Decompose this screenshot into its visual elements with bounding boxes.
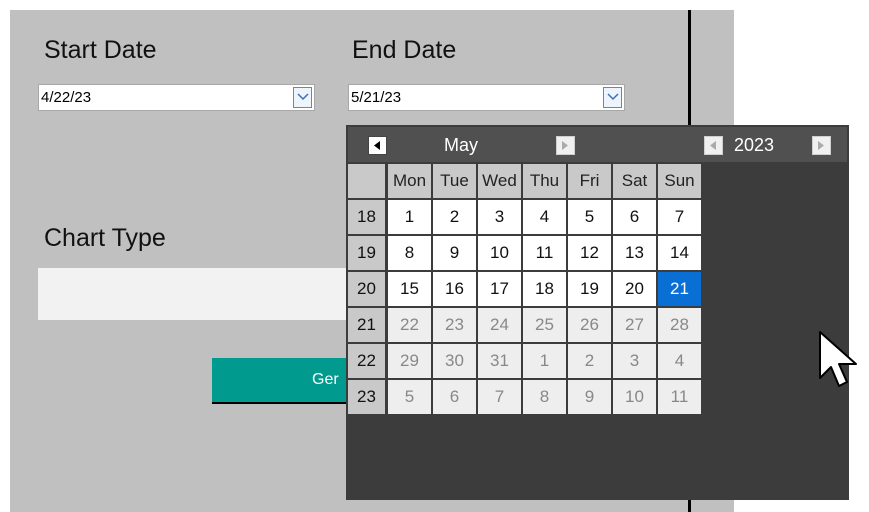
- calendar-day[interactable]: 14: [658, 236, 701, 270]
- calendar-day-selected[interactable]: 21: [658, 272, 701, 306]
- calendar-day[interactable]: 4: [658, 344, 701, 378]
- weekday-header: Mon: [388, 164, 431, 198]
- triangle-right-icon: [818, 141, 824, 150]
- week-number: 19: [348, 236, 385, 270]
- calendar-day[interactable]: 17: [478, 272, 521, 306]
- calendar-day[interactable]: 8: [523, 380, 566, 414]
- calendar-day[interactable]: 15: [388, 272, 431, 306]
- start-date-dropdown-button[interactable]: [293, 87, 312, 108]
- mouse-cursor-icon: [819, 331, 857, 387]
- triangle-left-icon: [374, 141, 380, 150]
- calendar-day[interactable]: 5: [388, 380, 431, 414]
- end-date-value: 5/21/23: [351, 89, 402, 106]
- chevron-down-icon: [297, 93, 309, 101]
- calendar-day[interactable]: 19: [568, 272, 611, 306]
- calendar-day[interactable]: 25: [523, 308, 566, 342]
- calendar-day[interactable]: 26: [568, 308, 611, 342]
- end-date-label: End Date: [352, 36, 457, 64]
- weekday-header: Sun: [658, 164, 701, 198]
- prev-year-button[interactable]: [704, 136, 723, 155]
- end-date-dropdown-button[interactable]: [603, 87, 622, 108]
- end-date-picker[interactable]: 5/21/23: [348, 84, 625, 111]
- weekday-header: Fri: [568, 164, 611, 198]
- triangle-left-icon: [710, 141, 716, 150]
- week-number-header: [348, 164, 385, 198]
- week-number: 21: [348, 308, 385, 342]
- triangle-right-icon: [562, 141, 568, 150]
- year-label[interactable]: 2023: [734, 135, 774, 156]
- weekday-header: Thu: [523, 164, 566, 198]
- calendar-day[interactable]: 7: [658, 200, 701, 234]
- calendar-day[interactable]: 16: [433, 272, 476, 306]
- calendar-popup: May 2023 Mon Tue Wed Thu Fri Sat Sun 18 1 2 3 4 5 6 7 1…: [346, 125, 849, 500]
- prev-month-button[interactable]: [368, 136, 387, 155]
- calendar-day[interactable]: 10: [478, 236, 521, 270]
- calendar-day[interactable]: 4: [523, 200, 566, 234]
- calendar-day[interactable]: 18: [523, 272, 566, 306]
- calendar-day[interactable]: 20: [613, 272, 656, 306]
- calendar-day[interactable]: 23: [433, 308, 476, 342]
- calendar-day[interactable]: 3: [613, 344, 656, 378]
- calendar-day[interactable]: 28: [658, 308, 701, 342]
- calendar-day[interactable]: 7: [478, 380, 521, 414]
- calendar-day[interactable]: 8: [388, 236, 431, 270]
- calendar-day[interactable]: 29: [388, 344, 431, 378]
- calendar-day[interactable]: 6: [613, 200, 656, 234]
- calendar-day[interactable]: 1: [523, 344, 566, 378]
- week-number: 23: [348, 380, 385, 414]
- calendar-header: May 2023: [348, 127, 847, 162]
- calendar-day[interactable]: 22: [388, 308, 431, 342]
- calendar-day[interactable]: 31: [478, 344, 521, 378]
- calendar-day[interactable]: 9: [568, 380, 611, 414]
- calendar-day[interactable]: 27: [613, 308, 656, 342]
- month-label[interactable]: May: [444, 135, 478, 156]
- calendar-day[interactable]: 5: [568, 200, 611, 234]
- calendar-day[interactable]: 9: [433, 236, 476, 270]
- week-number: 18: [348, 200, 385, 234]
- weekday-header: Tue: [433, 164, 476, 198]
- chart-type-select[interactable]: [38, 268, 350, 320]
- start-date-picker[interactable]: 4/22/23: [38, 84, 315, 111]
- chart-type-label: Chart Type: [44, 224, 166, 252]
- next-month-button[interactable]: [556, 136, 575, 155]
- calendar-day[interactable]: 6: [433, 380, 476, 414]
- calendar-day[interactable]: 11: [658, 380, 701, 414]
- next-year-button[interactable]: [812, 136, 831, 155]
- calendar-day[interactable]: 24: [478, 308, 521, 342]
- generate-button-label: Ger: [312, 371, 339, 388]
- calendar-day[interactable]: 30: [433, 344, 476, 378]
- week-number: 22: [348, 344, 385, 378]
- calendar-day[interactable]: 1: [388, 200, 431, 234]
- calendar-day[interactable]: 2: [568, 344, 611, 378]
- weekday-header: Sat: [613, 164, 656, 198]
- week-number: 20: [348, 272, 385, 306]
- generate-button[interactable]: Ger: [212, 358, 350, 404]
- calendar-day[interactable]: 11: [523, 236, 566, 270]
- calendar-day[interactable]: 10: [613, 380, 656, 414]
- calendar-day[interactable]: 3: [478, 200, 521, 234]
- start-date-value: 4/22/23: [41, 89, 92, 106]
- start-date-label: Start Date: [44, 36, 157, 64]
- chevron-down-icon: [607, 93, 619, 101]
- calendar-day[interactable]: 2: [433, 200, 476, 234]
- calendar-day[interactable]: 12: [568, 236, 611, 270]
- weekday-header: Wed: [478, 164, 521, 198]
- calendar-day[interactable]: 13: [613, 236, 656, 270]
